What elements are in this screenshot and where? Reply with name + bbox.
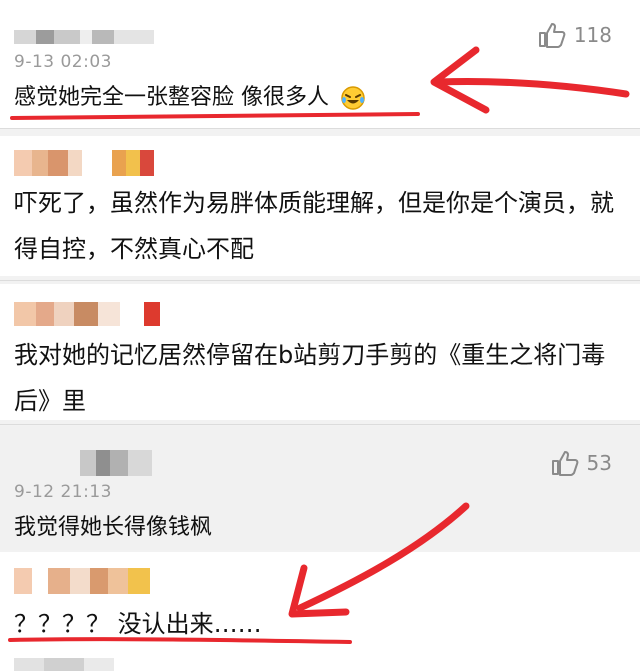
blurred-username: [14, 568, 174, 594]
blurred-username: [14, 658, 114, 671]
comment-3: 我对她的记忆居然停留在b站剪刀手剪的《重生之将门毒后》里: [0, 284, 640, 420]
blurred-username: [80, 450, 152, 476]
divider: [0, 424, 640, 425]
thumbs-up-icon: [551, 451, 578, 476]
blurred-username: [14, 30, 154, 44]
thumbs-up-icon: [538, 23, 566, 48]
comment-2: 吓死了，虽然作为易胖体质能理解，但是你是个演员，就得自控，不然真心不配: [0, 136, 640, 276]
divider: [0, 280, 640, 281]
comment-time: 9-13 02:03: [14, 52, 112, 72]
comment-1: 9-13 02:03 118 感觉她完全一张整容脸 像很多人: [0, 0, 640, 128]
like-button[interactable]: 53: [551, 450, 612, 476]
comment-text: 感觉她完全一张整容脸 像很多人: [14, 76, 626, 120]
comment-text: 我对她的记忆居然停留在b站剪刀手剪的《重生之将门毒后》里: [14, 341, 606, 415]
laughing-crying-emoji: [341, 86, 365, 110]
blurred-username: [14, 302, 184, 326]
comment-text: 吓死了，虽然作为易胖体质能理解，但是你是个演员，就得自控，不然真心不配: [14, 189, 614, 263]
like-count: 53: [586, 451, 612, 475]
like-count: 118: [573, 23, 612, 47]
blurred-username: [14, 150, 154, 176]
comment-time: 9-12 21:13: [14, 482, 112, 502]
comment-text: 我觉得她长得像钱枫: [14, 515, 213, 540]
divider: [0, 128, 640, 129]
comment-4: 9-12 21:13 53 我觉得她长得像钱枫: [0, 426, 640, 550]
comment-text: ？？？？ 没认出来……: [14, 610, 262, 638]
like-button[interactable]: 118: [538, 22, 612, 48]
comment-5: ？？？？ 没认出来……: [0, 552, 640, 671]
